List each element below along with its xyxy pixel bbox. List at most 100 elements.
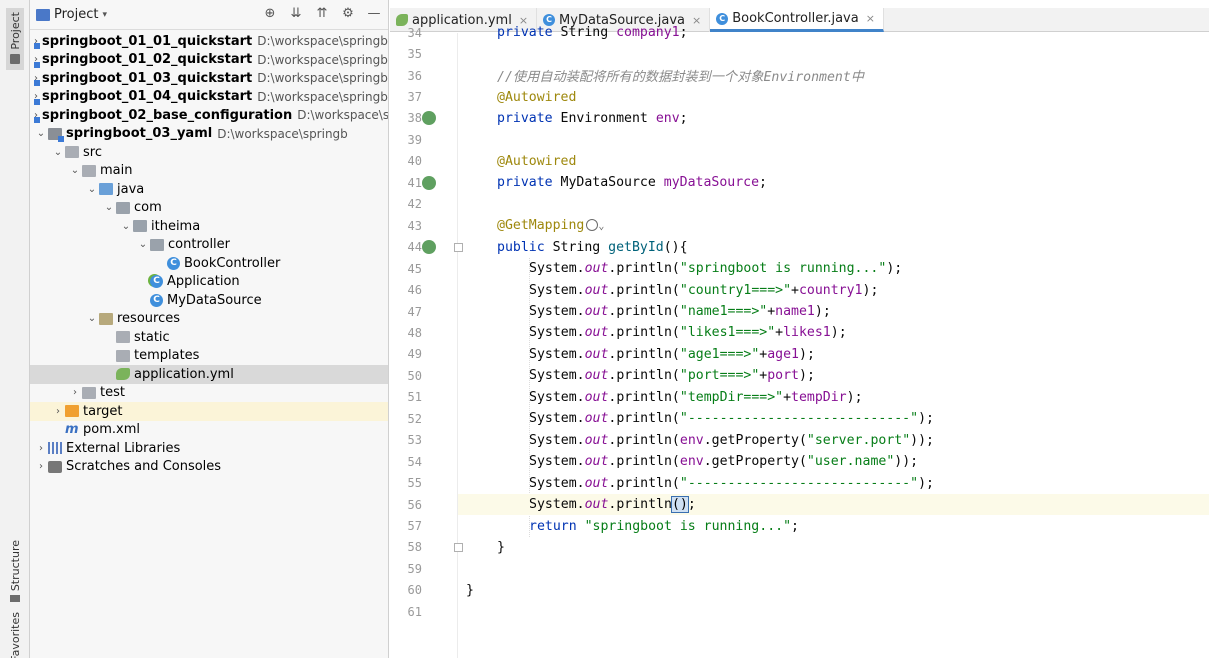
tree-item[interactable]: › springboot_01_02_quickstart D:\workspace…	[30, 51, 388, 70]
tree-item[interactable]: static	[30, 328, 388, 347]
spring-bean-gutter-icon[interactable]	[422, 175, 436, 190]
chevron-right-icon[interactable]: ›	[34, 461, 48, 472]
code-line[interactable]: 36 //使用自动装配将所有的数据封装到一个对象Environment中	[408, 65, 1209, 86]
folder-icon	[82, 164, 96, 177]
code-line[interactable]: 57 return "springboot is running...";	[408, 515, 1209, 536]
line-number: 49	[407, 347, 422, 362]
line-number: 46	[407, 283, 422, 298]
tree-item[interactable]: C BookController	[30, 254, 388, 273]
tree-item[interactable]: › springboot_01_01_quickstart D:\workspace…	[30, 32, 388, 51]
project-icon	[36, 8, 50, 21]
fold-marker-icon[interactable]	[454, 242, 463, 252]
tree-item[interactable]: ⌄ itheima	[30, 217, 388, 236]
code-line[interactable]: 41 private MyDataSource myDataSource;	[408, 172, 1209, 193]
collapse-all-icon[interactable]: ⇈	[314, 6, 330, 21]
tree-item[interactable]: ⌄ springboot_03_yaml D:\workspace\springb	[30, 125, 388, 144]
code-line[interactable]: 43 @GetMapping ⌄	[408, 215, 1209, 236]
code-token: env	[679, 454, 704, 470]
code-line[interactable]: 46 System.out.println("country1===>"+coun…	[408, 279, 1209, 300]
tree-item[interactable]: ⌄ resources	[30, 310, 388, 329]
folder-icon	[65, 146, 79, 159]
tree-item[interactable]: › springboot_01_03_quickstart D:\workspace…	[30, 69, 388, 88]
code-line[interactable]: 54 System.out.println(env.getProperty("us…	[408, 451, 1209, 472]
code-line[interactable]: 50 System.out.println("port===>"+port);	[408, 365, 1209, 386]
code-line[interactable]: 47 System.out.println("name1===>"+name1);	[408, 301, 1209, 322]
code-line[interactable]: 61	[408, 601, 1209, 622]
target-icon[interactable]: ⊕	[262, 6, 278, 21]
code-line[interactable]: 56 System.out.println();	[408, 493, 1209, 516]
project-tool-tab[interactable]: Project	[6, 8, 24, 70]
favorites-tool-tab[interactable]: Favorites	[6, 612, 24, 658]
chevron-down-icon[interactable]: ⌄	[51, 147, 65, 158]
tree-item[interactable]: templates	[30, 347, 388, 366]
code-token: tempDir	[791, 389, 847, 405]
tree-item[interactable]: › target	[30, 402, 388, 421]
code-line[interactable]: 35	[408, 43, 1209, 64]
gear-icon[interactable]: ⚙	[340, 6, 356, 21]
code-line[interactable]: 34 private String company1;	[408, 22, 1209, 43]
code-line[interactable]: 55 System.out.println("------------------…	[408, 472, 1209, 493]
structure-tool-tab[interactable]: Structure	[6, 540, 24, 602]
chevron-down-icon[interactable]: ⌄	[598, 221, 604, 232]
code-line[interactable]: 51 System.out.println("tempDir===>"+tempD…	[408, 387, 1209, 408]
chevron-down-icon[interactable]: ▾	[102, 10, 107, 20]
code-token: System.	[529, 389, 585, 405]
project-view-selector[interactable]: Project	[54, 7, 98, 22]
tree-item[interactable]: C Application	[30, 273, 388, 292]
code-token: public	[497, 239, 553, 255]
code-token: out	[584, 475, 609, 491]
chevron-right-icon[interactable]: ›	[34, 443, 48, 454]
code-view[interactable]: 34 private String company1; 35 36 //使用自动装配将所…	[408, 25, 1209, 658]
tree-item[interactable]: ⌄ java	[30, 180, 388, 199]
chevron-down-icon[interactable]: ⌄	[34, 128, 48, 139]
yaml-file-icon	[396, 14, 408, 26]
tree-item[interactable]: m pom.xml	[30, 421, 388, 440]
web-endpoint-icon[interactable]	[586, 219, 599, 232]
code-line[interactable]: 58}	[408, 537, 1209, 558]
tree-item[interactable]: ⌄ controller	[30, 236, 388, 255]
code-line[interactable]: 38 private Environment env;	[408, 108, 1209, 129]
line-number: 47	[407, 304, 422, 319]
fold-marker-icon[interactable]	[454, 542, 463, 552]
tree-item[interactable]: application.yml	[30, 365, 388, 384]
chevron-down-icon[interactable]: ⌄	[85, 184, 99, 195]
tree-item-path: D:\workspace\springboo	[257, 89, 389, 104]
code-text: System.out.println("tempDir===>"+tempDir…	[529, 390, 863, 405]
code-text: }	[466, 583, 474, 598]
code-text: System.out.println("port===>"+port);	[529, 368, 815, 383]
code-line[interactable]: 42	[408, 194, 1209, 215]
code-line[interactable]: 60}	[408, 580, 1209, 601]
minimize-icon[interactable]: —	[366, 6, 382, 21]
chevron-down-icon[interactable]: ⌄	[85, 313, 99, 324]
tree-item[interactable]: › External Libraries	[30, 439, 388, 458]
tree-item[interactable]: › springboot_02_base_configuration D:\work…	[30, 106, 388, 125]
tree-item[interactable]: › springboot_01_04_quickstart D:\workspace…	[30, 88, 388, 107]
chevron-down-icon[interactable]: ⌄	[119, 221, 133, 232]
code-token: company1	[616, 25, 680, 41]
code-line[interactable]: 45 System.out.println("springboot is runn…	[408, 258, 1209, 279]
code-line[interactable]: 48 System.out.println("likes1===>"+likes1…	[408, 322, 1209, 343]
code-line[interactable]: 49 System.out.println("age1===>"+age1);	[408, 344, 1209, 365]
chevron-right-icon[interactable]: ›	[51, 406, 65, 417]
chevron-down-icon[interactable]: ⌄	[102, 202, 116, 213]
chevron-down-icon[interactable]: ⌄	[136, 239, 150, 250]
chevron-down-icon[interactable]: ⌄	[68, 165, 82, 176]
tree-item[interactable]: ⌄ src	[30, 143, 388, 162]
tree-item[interactable]: ⌄ com	[30, 199, 388, 218]
code-line[interactable]: 59	[408, 558, 1209, 579]
code-line[interactable]: 44 public String getById(){	[408, 237, 1209, 258]
expand-all-icon[interactable]: ⇊	[288, 6, 304, 21]
tree-item[interactable]: › test	[30, 384, 388, 403]
tree-item[interactable]: › Scratches and Consoles	[30, 458, 388, 477]
code-token: .println(	[608, 454, 680, 470]
code-line[interactable]: 53 System.out.println(env.getProperty("se…	[408, 430, 1209, 451]
tree-item[interactable]: C MyDataSource	[30, 291, 388, 310]
chevron-right-icon[interactable]: ›	[68, 387, 82, 398]
code-line[interactable]: 52 System.out.println("------------------…	[408, 408, 1209, 429]
tree-item[interactable]: ⌄ main	[30, 162, 388, 181]
code-line[interactable]: 40 @Autowired	[408, 151, 1209, 172]
code-text: System.out.println("springboot is runnin…	[529, 261, 902, 276]
code-line[interactable]: 39	[408, 129, 1209, 150]
code-token: .getProperty(	[703, 454, 807, 470]
code-line[interactable]: 37 @Autowired	[408, 86, 1209, 107]
